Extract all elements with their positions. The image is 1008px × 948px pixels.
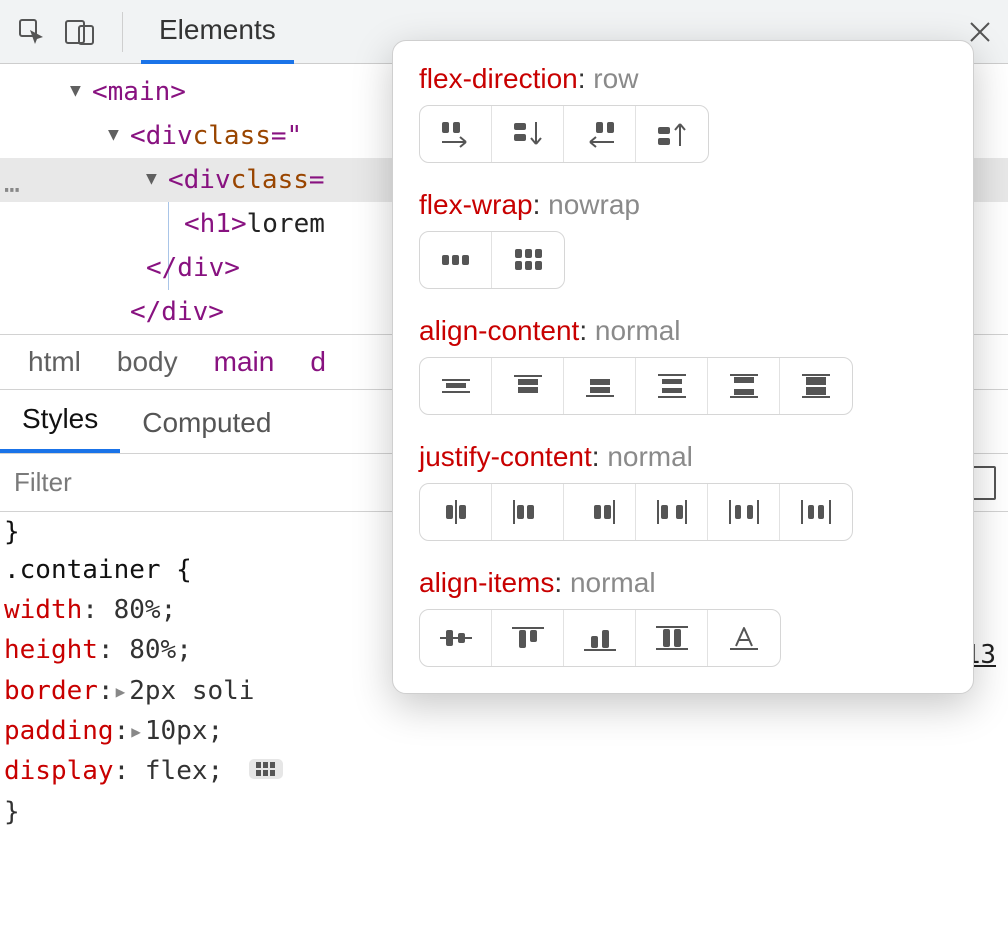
prop-flex-direction: flex-direction — [419, 63, 578, 94]
crumb-div[interactable]: d — [292, 346, 344, 378]
flex-wrap-nowrap-btn[interactable] — [420, 232, 492, 288]
prop-align-content: align-content — [419, 315, 579, 346]
val-justify-content: normal — [607, 441, 693, 472]
subtab-computed[interactable]: Computed — [120, 393, 293, 453]
section-flex-direction: flex-direction: row — [419, 63, 953, 163]
section-justify-content: justify-content: normal — [419, 441, 953, 541]
val-align-items: normal — [570, 567, 656, 598]
crumb-body[interactable]: body — [99, 346, 196, 378]
flexbox-editor-popover: flex-direction: row flex-wrap: nowrap al… — [392, 40, 974, 694]
tag-h1: <h1> — [184, 202, 247, 246]
align-items-center-btn[interactable] — [420, 610, 492, 666]
tab-elements-label: Elements — [159, 14, 276, 46]
justify-content-end-btn[interactable] — [564, 484, 636, 540]
section-align-content: align-content: normal — [419, 315, 953, 415]
separator — [122, 12, 123, 52]
prop-justify-content: justify-content — [419, 441, 592, 472]
css-rule-close: } — [4, 792, 1008, 832]
flex-wrap-wrap-btn[interactable] — [492, 232, 564, 288]
tag-div-close: </div> — [130, 290, 224, 334]
flex-direction-row-reverse-btn[interactable] — [564, 106, 636, 162]
align-content-space-around-btn[interactable] — [636, 358, 708, 414]
justify-content-center-btn[interactable] — [420, 484, 492, 540]
section-flex-wrap: flex-wrap: nowrap — [419, 189, 953, 289]
tab-elements[interactable]: Elements — [141, 0, 294, 64]
justify-content-space-around-btn[interactable] — [708, 484, 780, 540]
align-content-space-between-btn[interactable] — [708, 358, 780, 414]
flex-direction-column-btn[interactable] — [492, 106, 564, 162]
device-toggle-icon[interactable] — [56, 8, 104, 56]
align-items-start-btn[interactable] — [492, 610, 564, 666]
val-flex-direction: row — [593, 63, 638, 94]
css-decl-padding[interactable]: padding:▶10px; — [4, 711, 1008, 751]
justify-content-space-between-btn[interactable] — [636, 484, 708, 540]
punct: = — [309, 158, 325, 202]
val-align-content: normal — [595, 315, 681, 346]
section-align-items: align-items: normal — [419, 567, 953, 667]
crumb-main[interactable]: main — [196, 346, 293, 378]
subtab-styles-label: Styles — [22, 403, 98, 434]
flex-direction-row-btn[interactable] — [420, 106, 492, 162]
inspect-icon[interactable] — [8, 8, 56, 56]
prop-align-items: align-items — [419, 567, 554, 598]
justify-content-space-evenly-btn[interactable] — [780, 484, 852, 540]
attr-class: class — [193, 114, 271, 158]
css-decl-display[interactable]: display: flex; — [4, 751, 1008, 791]
val-flex-wrap: nowrap — [548, 189, 640, 220]
align-items-stretch-btn[interactable] — [636, 610, 708, 666]
align-content-start-btn[interactable] — [492, 358, 564, 414]
prop-flex-wrap: flex-wrap — [419, 189, 533, 220]
align-items-end-btn[interactable] — [564, 610, 636, 666]
tag-div: div — [184, 158, 231, 202]
align-content-stretch-btn[interactable] — [780, 358, 852, 414]
tag-main: <main> — [92, 70, 186, 114]
tag-div-close: </div> — [146, 246, 240, 290]
align-content-center-btn[interactable] — [420, 358, 492, 414]
subtab-computed-label: Computed — [142, 407, 271, 438]
align-content-end-btn[interactable] — [564, 358, 636, 414]
subtab-styles[interactable]: Styles — [0, 389, 120, 453]
flex-editor-badge[interactable] — [249, 759, 283, 779]
tag-div: div — [146, 114, 193, 158]
text-node: lorem — [247, 202, 325, 246]
attr-class: class — [231, 158, 309, 202]
align-items-baseline-btn[interactable] — [708, 610, 780, 666]
punct: =" — [271, 114, 302, 158]
justify-content-start-btn[interactable] — [492, 484, 564, 540]
crumb-html[interactable]: html — [10, 346, 99, 378]
flex-direction-column-reverse-btn[interactable] — [636, 106, 708, 162]
